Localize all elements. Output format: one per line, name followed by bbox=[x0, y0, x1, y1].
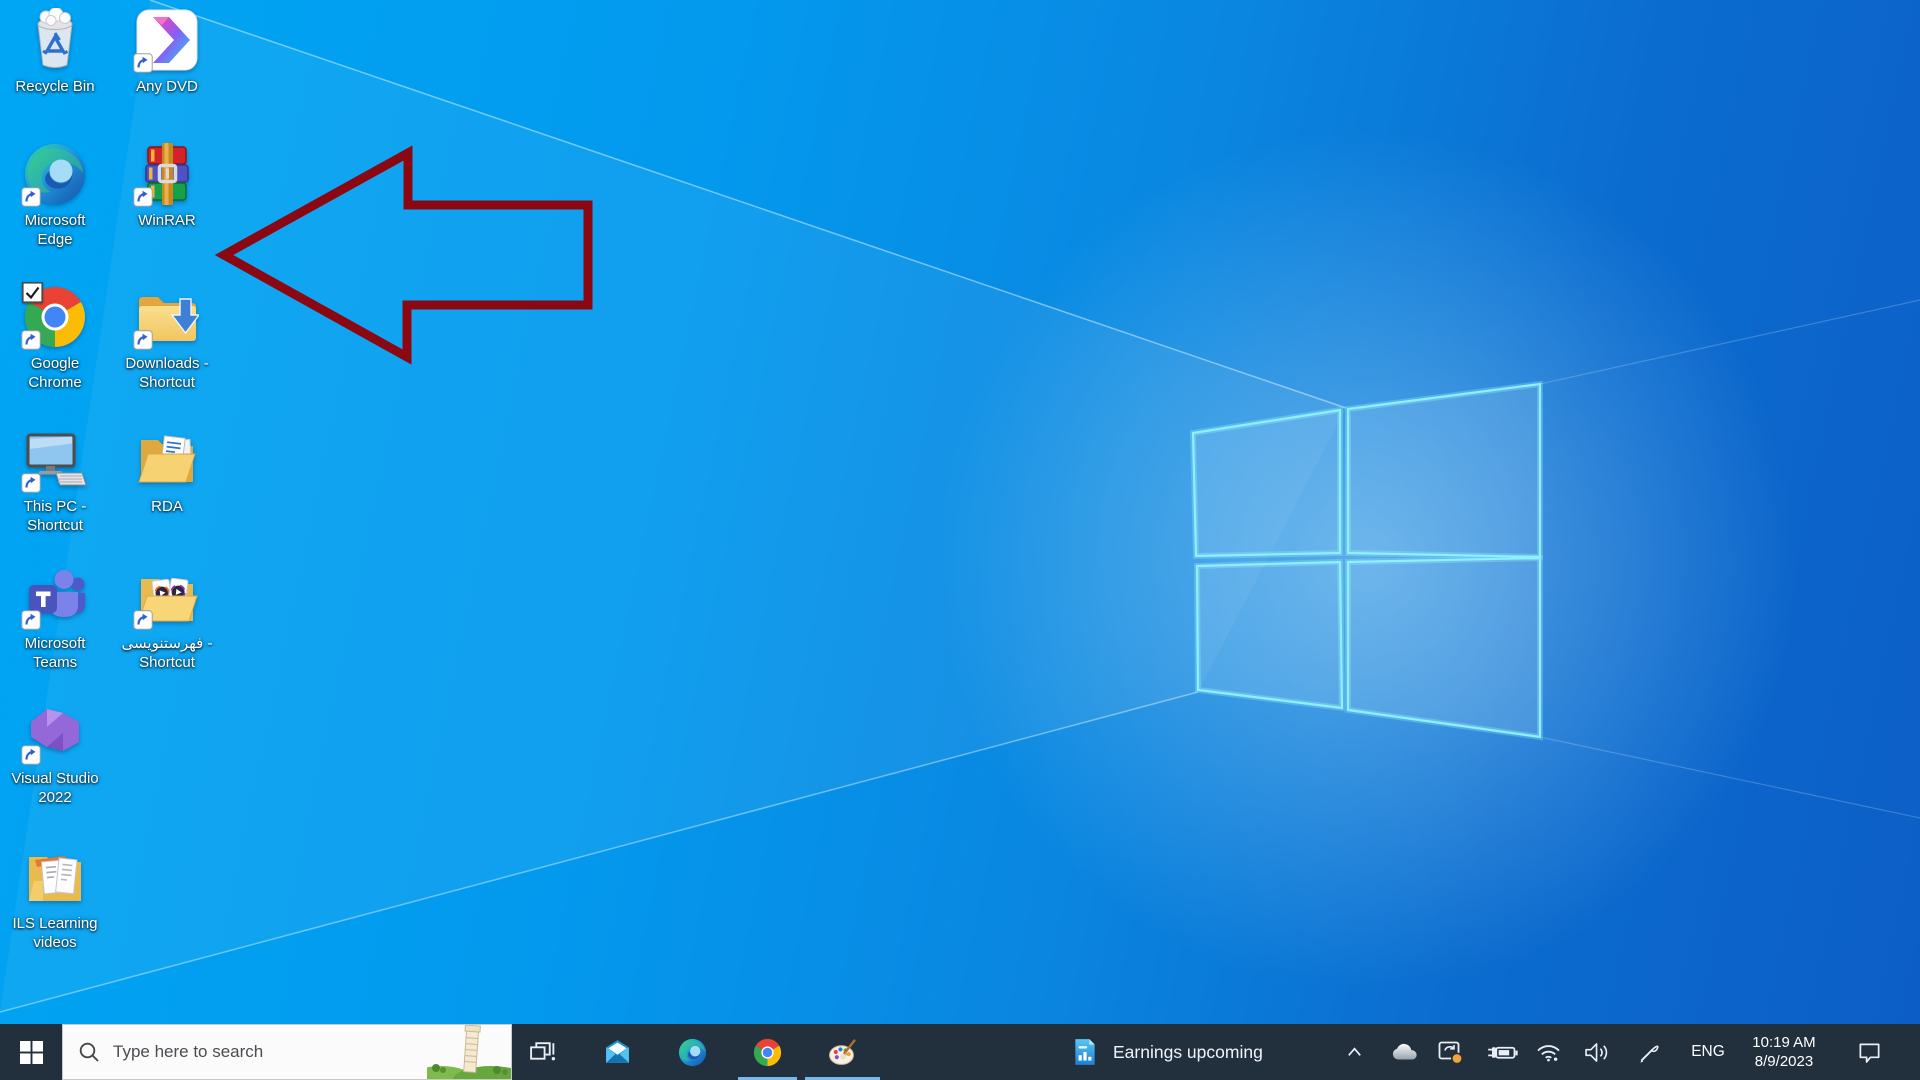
clock-date: 8/9/2023 bbox=[1754, 1053, 1814, 1070]
desktop-icon-winrar[interactable]: WinRAR bbox=[113, 142, 221, 230]
search-highlight-pisa-illustration[interactable] bbox=[427, 1024, 511, 1079]
battery-charging-icon bbox=[1487, 1042, 1518, 1063]
windows-ink-tray-button[interactable] bbox=[1626, 1024, 1672, 1080]
widget-label: Earnings upcoming bbox=[1113, 1041, 1263, 1062]
downloads-folder-icon bbox=[135, 285, 199, 349]
any-dvd-icon bbox=[135, 8, 199, 72]
winrar-icon bbox=[135, 142, 199, 206]
rda-folder-icon bbox=[135, 428, 199, 492]
edge-icon bbox=[23, 142, 87, 206]
chrome-icon bbox=[753, 1038, 782, 1067]
teams-icon bbox=[23, 565, 87, 629]
taskbar-edge-button[interactable] bbox=[655, 1024, 730, 1080]
desktop-icon-label: فهرستنویسی - Shortcut bbox=[121, 635, 213, 671]
clock[interactable]: 10:19 AM 8/9/2023 bbox=[1738, 1024, 1830, 1080]
desktop-icon-any-dvd[interactable]: Any DVD bbox=[113, 8, 221, 96]
wifi-icon bbox=[1536, 1043, 1561, 1062]
desktop-icon-microsoft-edge[interactable]: Microsoft Edge bbox=[1, 142, 109, 249]
shortcut-arrow-icon bbox=[21, 187, 41, 207]
earnings-report-icon bbox=[1070, 1037, 1100, 1067]
edge-icon bbox=[678, 1038, 707, 1067]
desktop-icon-label: Microsoft Edge bbox=[24, 212, 86, 248]
pen-icon bbox=[1638, 1041, 1661, 1064]
task-view-icon bbox=[528, 1038, 557, 1067]
recycle-bin-icon bbox=[23, 8, 87, 72]
taskbar-chrome-button[interactable] bbox=[730, 1024, 805, 1080]
desktop-icon-recycle-bin[interactable]: Recycle Bin bbox=[1, 8, 109, 96]
wallpaper-light-beams bbox=[0, 0, 1920, 1013]
volume-icon bbox=[1584, 1042, 1611, 1063]
checkbox-checked-icon[interactable] bbox=[22, 282, 43, 303]
desktop-icon-label: Google Chrome bbox=[28, 355, 82, 391]
desktop-icon-this-pc-shortcut[interactable]: This PC - Shortcut bbox=[1, 428, 109, 535]
shortcut-arrow-icon bbox=[21, 330, 41, 350]
desktop-icon-microsoft-teams[interactable]: Microsoft Teams bbox=[1, 565, 109, 672]
desktop-icon-label: Any DVD bbox=[136, 78, 198, 95]
desktop-icon-label: Downloads - Shortcut bbox=[125, 355, 209, 391]
search-icon bbox=[77, 1040, 101, 1064]
onedrive-cloud-icon bbox=[1390, 1042, 1420, 1062]
language-indicator[interactable]: ENG bbox=[1682, 1024, 1734, 1080]
desktop-wallpaper[interactable]: Recycle Bin Microsoft Edge Google Chrome… bbox=[0, 0, 1920, 1024]
taskbar-mail-button[interactable] bbox=[580, 1024, 655, 1080]
action-center-button[interactable] bbox=[1844, 1024, 1894, 1080]
windows-desktop-screen: Recycle Bin Microsoft Edge Google Chrome… bbox=[0, 0, 1920, 1080]
onedrive-tray-button[interactable] bbox=[1384, 1024, 1426, 1080]
mail-icon bbox=[603, 1038, 632, 1067]
task-view-button[interactable] bbox=[505, 1024, 580, 1080]
desktop-icon-label: Visual Studio 2022 bbox=[11, 770, 99, 806]
taskbar: Earnings upcoming ENG 10:19 AM 8/9/2023 bbox=[0, 1024, 1920, 1080]
chevron-up-icon bbox=[1345, 1043, 1364, 1062]
desktop-icon-label: WinRAR bbox=[138, 212, 196, 229]
chrome-icon bbox=[23, 285, 87, 349]
desktop-icon-label: ILS Learning videos bbox=[12, 915, 98, 951]
shortcut-arrow-icon bbox=[133, 187, 153, 207]
media-folder-icon bbox=[135, 565, 199, 629]
start-button[interactable] bbox=[0, 1024, 62, 1080]
desktop-icon-visual-studio-2022[interactable]: Visual Studio 2022 bbox=[1, 700, 109, 807]
desktop-icon-google-chrome[interactable]: Google Chrome bbox=[1, 285, 109, 392]
desktop-icon-label: Microsoft Teams bbox=[24, 635, 86, 671]
shortcut-arrow-icon bbox=[133, 610, 153, 630]
language-code: ENG bbox=[1691, 1043, 1725, 1060]
volume-tray-button[interactable] bbox=[1574, 1024, 1620, 1080]
network-tray-button[interactable] bbox=[1526, 1024, 1570, 1080]
shortcut-arrow-icon bbox=[21, 745, 41, 765]
shortcut-arrow-icon bbox=[21, 610, 41, 630]
battery-tray-button[interactable] bbox=[1480, 1024, 1524, 1080]
desktop-icon-rda[interactable]: RDA bbox=[113, 428, 221, 516]
search-box[interactable] bbox=[62, 1024, 512, 1080]
taskbar-paint-button[interactable] bbox=[805, 1024, 880, 1080]
desktop-icon-ils-learning-videos[interactable]: ILS Learning videos bbox=[1, 845, 109, 952]
desktop-icon-label: This PC - Shortcut bbox=[23, 498, 87, 534]
this-pc-icon bbox=[23, 428, 87, 492]
taskbar-app-buttons bbox=[505, 1024, 880, 1080]
show-hidden-icons-button[interactable] bbox=[1338, 1024, 1370, 1080]
windows-start-icon bbox=[20, 1041, 43, 1064]
action-center-icon bbox=[1857, 1040, 1882, 1065]
desktop-icon-downloads-shortcut[interactable]: Downloads - Shortcut bbox=[113, 285, 221, 392]
shortcut-arrow-icon bbox=[133, 53, 153, 73]
desktop-icon-label: Recycle Bin bbox=[15, 78, 95, 95]
sync-status-tray-button[interactable] bbox=[1430, 1024, 1470, 1080]
documents-folder-icon bbox=[23, 845, 87, 909]
visual-studio-icon bbox=[23, 700, 87, 764]
sync-status-icon bbox=[1437, 1039, 1463, 1065]
shortcut-arrow-icon bbox=[21, 473, 41, 493]
paint-icon bbox=[828, 1038, 857, 1067]
desktop-icon-fehrestnevisi-shortcut[interactable]: فهرستنویسی - Shortcut bbox=[113, 565, 221, 672]
clock-time: 10:19 AM bbox=[1752, 1034, 1816, 1051]
news-widget-button[interactable]: Earnings upcoming bbox=[1062, 1024, 1337, 1080]
desktop-icon-label: RDA bbox=[151, 498, 183, 515]
shortcut-arrow-icon bbox=[133, 330, 153, 350]
